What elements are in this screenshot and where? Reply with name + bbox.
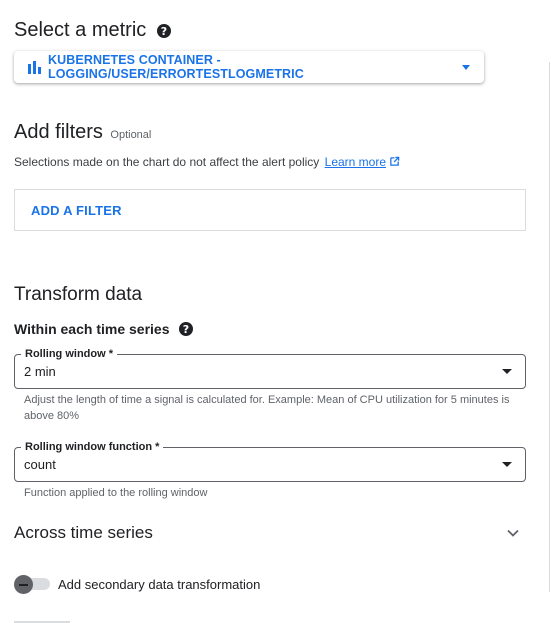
secondary-label: Add secondary data transformation bbox=[58, 577, 261, 592]
rolling-window-value: 2 min bbox=[24, 364, 56, 379]
minus-icon bbox=[19, 583, 28, 586]
learn-more-label: Learn more bbox=[324, 155, 387, 169]
transform-heading: Transform data bbox=[14, 284, 143, 305]
add-filters-heading: Add filters bbox=[14, 121, 103, 143]
rolling-function-value: count bbox=[24, 457, 56, 472]
filters-description: Selections made on the chart do not affe… bbox=[14, 155, 320, 169]
help-icon[interactable]: ? bbox=[157, 24, 171, 38]
metric-select-button[interactable]: KUBERNETES CONTAINER - LOGGING/USER/ERRO… bbox=[14, 51, 484, 83]
rolling-window-label: Rolling window * bbox=[21, 347, 117, 361]
chevron-down-icon bbox=[502, 369, 512, 374]
rolling-function-select[interactable]: Rolling window function * count bbox=[14, 440, 526, 482]
rolling-function-label: Rolling window function * bbox=[21, 440, 164, 454]
add-filter-button[interactable]: ADD A FILTER bbox=[31, 203, 122, 218]
help-icon[interactable]: ? bbox=[179, 322, 193, 336]
learn-more-link[interactable]: Learn more bbox=[325, 155, 386, 169]
within-heading: Within each time series bbox=[14, 321, 170, 337]
bar-chart-icon bbox=[28, 60, 41, 74]
filters-description-row: Selections made on the chart do not affe… bbox=[14, 155, 400, 169]
scrollbar-rail bbox=[549, 62, 550, 592]
chevron-down-icon[interactable] bbox=[506, 526, 520, 540]
filters-heading-row: Add filters Optional bbox=[14, 121, 151, 144]
select-metric-heading: Select a metric bbox=[14, 19, 147, 41]
external-link-icon bbox=[390, 156, 400, 166]
across-heading[interactable]: Across time series bbox=[14, 523, 153, 543]
rolling-window-hint: Adjust the length of time a signal is ca… bbox=[24, 394, 510, 422]
chevron-down-icon bbox=[502, 462, 512, 467]
secondary-toggle[interactable] bbox=[14, 575, 33, 594]
rolling-function-hint: Function applied to the rolling window bbox=[24, 487, 208, 499]
rolling-window-select[interactable]: Rolling window * 2 min bbox=[14, 347, 526, 389]
optional-label: Optional bbox=[110, 129, 152, 141]
chevron-down-icon bbox=[462, 64, 470, 70]
filter-container: ADD A FILTER bbox=[14, 189, 526, 231]
metric-select-label: KUBERNETES CONTAINER - LOGGING/USER/ERRO… bbox=[48, 53, 304, 81]
